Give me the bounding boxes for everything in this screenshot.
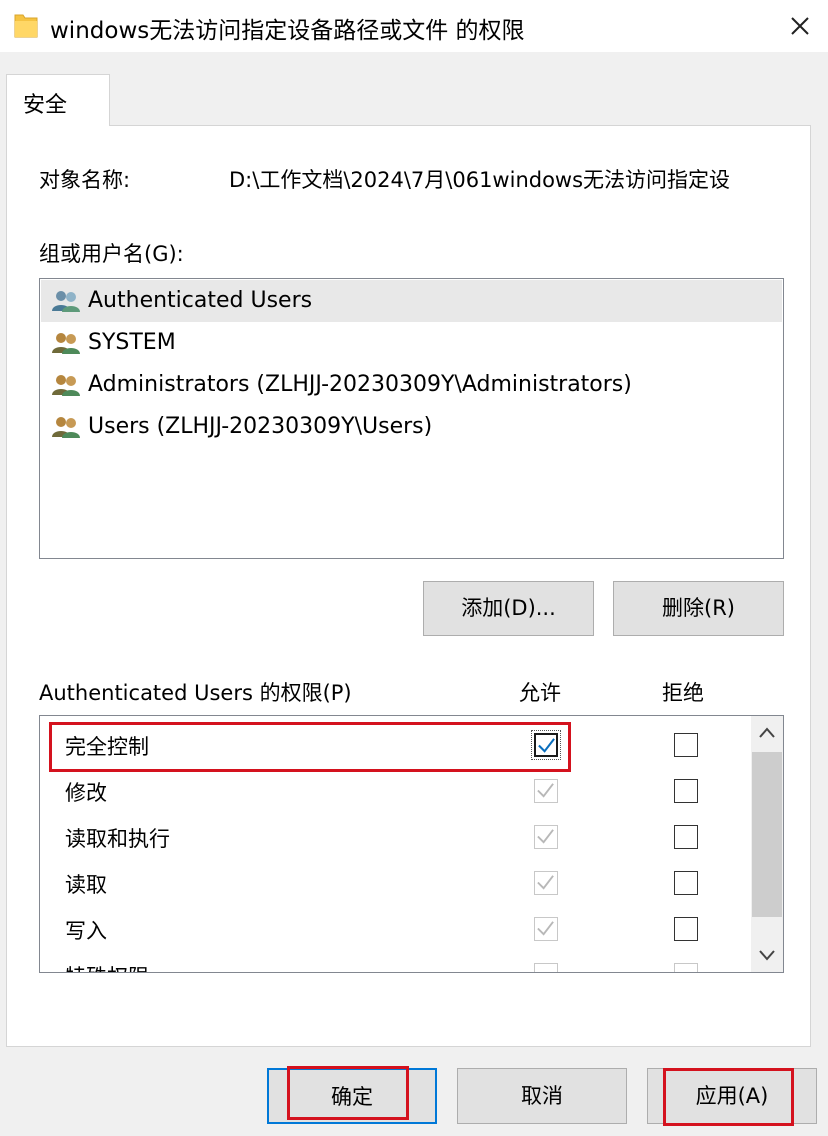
object-name-label: 对象名称: [39, 168, 131, 192]
apply-button[interactable]: 应用(A) [647, 1068, 817, 1124]
add-button[interactable]: 添加(D)... [423, 581, 594, 636]
ok-button[interactable]: 确定 [267, 1068, 437, 1124]
user-name: Users (ZLHJJ-20230309Y\Users) [88, 414, 433, 439]
check-icon [537, 829, 554, 844]
tab-security-label: 安全 [23, 93, 68, 118]
allow-checkbox-modify[interactable] [534, 779, 558, 803]
permission-row-special: 特殊权限 [40, 952, 750, 972]
permissions-scrollbar[interactable] [751, 716, 783, 972]
users-icon [52, 375, 80, 396]
permission-row-read-execute: 读取和执行 [40, 814, 750, 860]
permission-name: 完全控制 [65, 735, 149, 759]
allow-checkbox-special[interactable] [534, 963, 558, 972]
user-row-users[interactable]: Users (ZLHJJ-20230309Y\Users) [41, 406, 782, 448]
permission-name: 写入 [65, 919, 107, 943]
permission-name: 修改 [65, 781, 107, 805]
deny-checkbox-read-execute[interactable] [674, 825, 698, 849]
check-icon [537, 875, 554, 890]
permission-row-write: 写入 [40, 906, 750, 952]
chevron-up-icon[interactable] [751, 716, 783, 750]
title-bar: windows无法访问指定设备路径或文件 的权限 [0, 0, 828, 52]
permission-row-read: 读取 [40, 860, 750, 906]
deny-checkbox-write[interactable] [674, 917, 698, 941]
user-list[interactable]: Authenticated Users SYSTEM Administrator… [39, 278, 784, 559]
permission-row-modify: 修改 [40, 768, 750, 814]
check-icon [537, 783, 554, 798]
deny-checkbox-read[interactable] [674, 871, 698, 895]
window-title: windows无法访问指定设备路径或文件 的权限 [50, 18, 525, 44]
permissions-list[interactable]: 完全控制 修改 读取和执行 读取 写入 [39, 715, 784, 973]
user-row-administrators[interactable]: Administrators (ZLHJJ-20230309Y\Administ… [41, 364, 782, 406]
permission-name: 特殊权限 [65, 961, 149, 972]
deny-checkbox-modify[interactable] [674, 779, 698, 803]
deny-column-header: 拒绝 [662, 681, 704, 705]
users-icon [52, 417, 80, 438]
user-row-system[interactable]: SYSTEM [41, 322, 782, 364]
permission-name: 读取 [65, 873, 107, 897]
permission-name: 读取和执行 [65, 827, 170, 851]
check-icon [538, 738, 555, 753]
check-icon [537, 921, 554, 936]
permissions-label: Authenticated Users 的权限(P) [39, 681, 352, 705]
user-row-authenticated-users[interactable]: Authenticated Users [41, 280, 782, 322]
allow-checkbox-read[interactable] [534, 871, 558, 895]
allow-column-header: 允许 [519, 681, 561, 705]
users-icon [52, 291, 80, 312]
scroll-thumb[interactable] [752, 752, 782, 917]
tab-security[interactable]: 安全 [6, 74, 110, 126]
deny-checkbox-special[interactable] [674, 963, 698, 972]
allow-checkbox-read-execute[interactable] [534, 825, 558, 849]
remove-button[interactable]: 删除(R) [613, 581, 784, 636]
group-user-label: 组或用户名(G): [39, 242, 184, 266]
user-name: Administrators (ZLHJJ-20230309Y\Administ… [88, 372, 632, 397]
deny-checkbox-full-control[interactable] [674, 733, 698, 757]
users-icon [52, 333, 80, 354]
cancel-button[interactable]: 取消 [457, 1068, 627, 1124]
folder-icon [14, 14, 38, 38]
chevron-down-icon[interactable] [751, 938, 783, 972]
allow-checkbox-full-control[interactable] [531, 730, 561, 760]
allow-checkbox-write[interactable] [534, 917, 558, 941]
object-path: D:\工作文档\2024\7月\061windows无法访问指定设 [229, 168, 731, 192]
permission-row-full-control: 完全控制 [40, 722, 750, 768]
user-name: Authenticated Users [88, 288, 313, 313]
security-panel: 对象名称: D:\工作文档\2024\7月\061windows无法访问指定设 … [6, 125, 811, 1047]
close-icon[interactable] [784, 10, 816, 42]
user-name: SYSTEM [88, 330, 176, 355]
